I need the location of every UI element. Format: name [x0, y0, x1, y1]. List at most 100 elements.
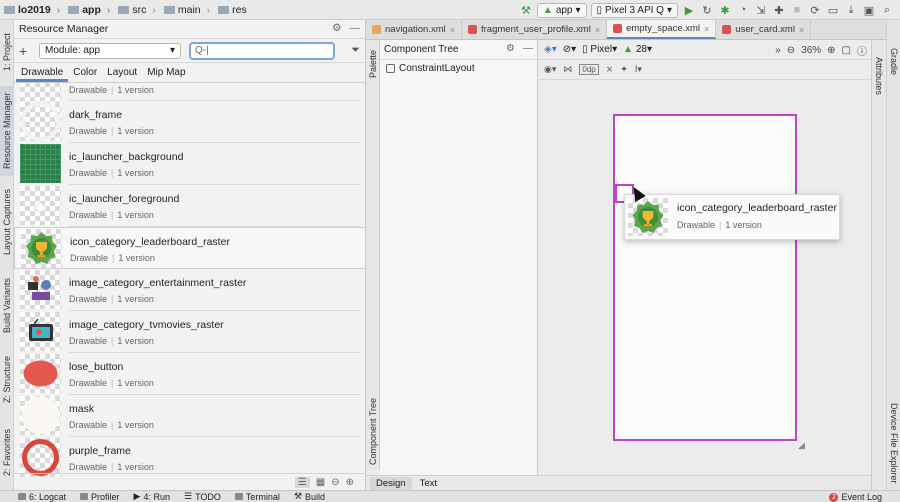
sync-icon[interactable]: ⟳ — [808, 3, 822, 17]
profile-icon[interactable]: ◔ — [736, 3, 750, 17]
search-input[interactable]: Q-| — [189, 41, 335, 60]
close-icon[interactable]: × — [704, 24, 709, 34]
layout-inspector-icon[interactable]: ▣ — [862, 3, 876, 17]
tab-component-tree[interactable]: Component Tree — [366, 392, 380, 470]
device-select[interactable]: ▯ Pixel▾ — [582, 44, 617, 55]
sdk-manager-icon[interactable]: ⤓ — [844, 3, 858, 17]
list-item[interactable]: dark_frame Drawable | 1 version — [14, 101, 366, 143]
zoom-out-icon[interactable]: ⊖ — [331, 477, 339, 488]
tab-user-card-xml[interactable]: user_card.xml × — [716, 20, 812, 39]
list-item[interactable]: image_category_tvmovies_raster Drawable |… — [14, 311, 366, 353]
autoconnect-icon[interactable]: ⋈ — [563, 64, 572, 75]
stop-icon[interactable]: ■ — [790, 3, 804, 17]
module-select[interactable]: Module: app ▾ — [39, 42, 181, 59]
tab-structure[interactable]: Z: Structure — [0, 350, 14, 408]
zoom-in-icon[interactable]: ⊕ — [827, 45, 835, 56]
filter-icon[interactable]: ⏷ — [351, 44, 360, 57]
build-button[interactable]: ⚒ Build — [294, 491, 325, 502]
attach-debugger-icon[interactable]: ⇲ — [754, 3, 768, 17]
tab-resource-manager[interactable]: Resource Manager — [0, 86, 14, 176]
drag-preview-card: icon_category_leaderboard_raster Drawabl… — [624, 194, 840, 240]
run-config-combo[interactable]: ▲ app ▾ — [536, 2, 587, 18]
list-item[interactable]: mask Drawable | 1 version — [14, 395, 366, 437]
tab-palette[interactable]: Palette — [366, 44, 380, 84]
breadcrumb-main[interactable]: main › — [160, 4, 214, 16]
tab-layout[interactable]: Layout — [102, 67, 142, 82]
settings-gear-icon[interactable]: ⚙ — [506, 43, 515, 54]
search-icon[interactable]: ⌕ — [880, 3, 894, 17]
build-hammer-icon[interactable]: ⚒ — [519, 3, 533, 17]
close-icon[interactable]: × — [450, 25, 455, 35]
infer-constraints-icon[interactable]: ✦ — [620, 64, 628, 75]
tab-empty-space-xml[interactable]: empty_space.xml × — [607, 20, 717, 39]
resource-thumbnail — [20, 438, 61, 477]
run-icon[interactable]: ▶ — [682, 3, 696, 17]
tab-mipmap[interactable]: Mip Map — [142, 67, 190, 82]
resize-handle-icon[interactable]: ◢ — [798, 440, 805, 451]
minimize-icon[interactable]: — — [350, 22, 361, 34]
list-view-icon[interactable]: ☰ — [294, 476, 310, 488]
tab-build-variants[interactable]: Build Variants — [0, 270, 14, 342]
device-frame[interactable] — [613, 114, 797, 441]
tab-design[interactable]: Design — [370, 476, 412, 490]
logcat-button[interactable]: 6: Logcat — [18, 492, 66, 502]
breadcrumb-res[interactable]: res — [214, 4, 251, 16]
todo-button[interactable]: ☰ TODO — [184, 491, 221, 502]
tab-color[interactable]: Color — [68, 67, 102, 82]
avd-manager-icon[interactable]: ▭ — [826, 3, 840, 17]
add-resource-icon[interactable]: + — [19, 43, 31, 59]
zoom-in-icon[interactable]: ⊕ — [346, 477, 354, 488]
view-options-icon[interactable]: ◉▾ — [544, 64, 556, 75]
event-log-button[interactable]: 2 Event Log — [829, 491, 882, 502]
breadcrumb-src[interactable]: src › — [114, 4, 160, 16]
default-margins-button[interactable]: 0dp — [579, 64, 599, 75]
list-item[interactable]: ic_launcher_foreground Drawable | 1 versio… — [14, 185, 366, 227]
device-combo[interactable]: ▯ Pixel 3 API Q ▾ — [590, 2, 678, 18]
layers-icon[interactable]: ◈▾ — [544, 44, 557, 55]
run-button[interactable]: ▶ 4: Run — [134, 491, 170, 502]
tree-item-constraintlayout[interactable]: ConstraintLayout — [380, 60, 537, 77]
list-item[interactable]: image_category_entertainment_raster Draw… — [14, 269, 366, 311]
left-tool-strip: 1: Project Resource Manager Layout Captu… — [0, 20, 14, 490]
tab-layout-captures[interactable]: Layout Captures — [0, 182, 14, 262]
resource-thumbnail — [628, 198, 668, 236]
tab-text[interactable]: Text — [414, 477, 443, 490]
warnings-icon[interactable]: ⓘ — [857, 43, 867, 58]
orientation-icon[interactable]: ⊘▾ — [563, 44, 576, 55]
terminal-button[interactable]: Terminal — [234, 492, 280, 502]
guidelines-icon[interactable]: I▾ — [635, 64, 642, 75]
breadcrumb-project[interactable]: lo2019 › — [0, 4, 64, 16]
list-item[interactable]: Drawable | 1 version — [14, 83, 366, 101]
run-tests-icon[interactable]: ✚ — [772, 3, 786, 17]
xml-file-icon — [613, 24, 623, 33]
debug-icon[interactable]: ✱ — [718, 3, 732, 17]
close-icon[interactable]: × — [799, 25, 804, 35]
list-item-selected[interactable]: icon_category_leaderboard_raster Drawabl… — [14, 227, 366, 269]
tab-drawable[interactable]: Drawable — [16, 67, 69, 82]
zoom-out-icon[interactable]: ⊖ — [787, 45, 795, 56]
tab-favorites[interactable]: 2: Favorites — [0, 420, 14, 484]
grid-view-icon[interactable]: ▦ — [316, 477, 325, 488]
tab-device-file-explorer[interactable]: Device File Explorer — [887, 398, 900, 488]
tv-image-icon — [29, 318, 53, 341]
tab-gradle[interactable]: Gradle — [887, 42, 900, 82]
resource-toolbar: + Module: app ▾ Q-| ⏷ — [14, 39, 365, 63]
list-item[interactable]: ic_launcher_background Drawable | 1 versio… — [14, 143, 366, 185]
tab-attributes[interactable]: Attributes — [872, 46, 886, 106]
minimize-icon[interactable]: — — [523, 43, 533, 54]
tab-navigation-xml[interactable]: navigation.xml × — [366, 20, 462, 39]
tab-project[interactable]: 1: Project — [0, 24, 14, 80]
profiler-button[interactable]: Profiler — [80, 492, 120, 502]
breadcrumb-app[interactable]: app › — [64, 4, 114, 16]
apply-changes-icon[interactable]: ↻ — [700, 3, 714, 17]
collapse-icon[interactable]: » — [775, 45, 781, 56]
api-select[interactable]: ▲ 28▾ — [623, 44, 652, 55]
profiler-icon — [80, 493, 89, 500]
zoom-fit-icon[interactable]: ▢ — [842, 45, 851, 56]
tab-fragment-user-profile-xml[interactable]: fragment_user_profile.xml × — [462, 20, 608, 39]
clear-constraints-icon[interactable]: ⨯ — [606, 64, 614, 75]
list-item[interactable]: lose_button Drawable | 1 version — [14, 353, 366, 395]
close-icon[interactable]: × — [595, 25, 600, 35]
resource-thumbnail — [20, 270, 61, 309]
settings-gear-icon[interactable]: ⚙ — [332, 22, 341, 34]
